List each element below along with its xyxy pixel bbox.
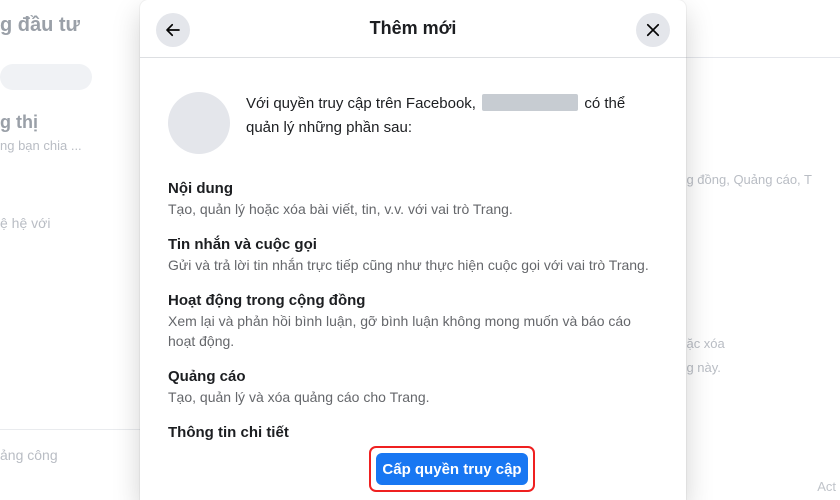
permission-description: Xem lại và phản hồi bình luận, gỡ bình l… <box>168 313 631 349</box>
permission-item-ads: Quảng cáo Tạo, quản lý và xóa quảng cáo … <box>168 368 658 407</box>
intro-text-before: Với quyền truy cập trên Facebook, <box>246 95 476 112</box>
background-section-heading: g thị <box>0 112 38 132</box>
dialog-title: Thêm mới <box>369 18 457 38</box>
close-icon <box>646 23 660 37</box>
add-new-dialog: Thêm mới Với quyền truy cập trên Faceboo… <box>140 0 686 500</box>
permission-item-messages: Tin nhắn và cuộc gọi Gửi và trả lời tin … <box>168 236 658 275</box>
dialog-header: Thêm mới <box>140 0 686 58</box>
background-section-subtext: ng bạn chia ... <box>0 138 82 153</box>
permission-title: Hoạt động trong cộng đồng <box>168 292 366 309</box>
arrow-left-icon <box>166 23 180 37</box>
background-link-text: ệ hệ với <box>0 215 51 231</box>
intro-row: Với quyền truy cập trên Facebook, có thể… <box>168 90 658 154</box>
activate-watermark-text: Act <box>817 479 836 494</box>
dialog-body: Với quyền truy cập trên Facebook, có thể… <box>140 58 686 500</box>
redacted-name-field <box>482 94 579 111</box>
permission-description: Tạo, quản lý và xóa quảng cáo cho Trang. <box>168 389 430 405</box>
permission-item-community-activity: Hoạt động trong cộng đồng Xem lại và phả… <box>168 292 658 351</box>
avatar <box>168 92 230 154</box>
permission-item-content: Nội dung Tạo, quản lý hoặc xóa bài viết,… <box>168 180 658 219</box>
intro-text: Với quyền truy cập trên Facebook, có thể… <box>246 90 658 140</box>
back-button[interactable] <box>156 13 190 47</box>
background-right-text-1: ộng đồng, Quảng cáo, T <box>672 172 812 187</box>
background-page-title: g đầu tư <box>0 14 81 36</box>
cta-highlight-box: Cấp quyền truy cập <box>369 446 535 492</box>
permission-title: Nội dung <box>168 180 233 197</box>
permission-item-insights: Thông tin chi tiết <box>168 424 658 441</box>
background-pill-placeholder <box>0 64 92 90</box>
screen: g đầu tư g thị ng bạn chia ... ệ hệ với … <box>0 0 840 500</box>
grant-access-button[interactable]: Cấp quyền truy cập <box>376 453 528 485</box>
close-button[interactable] <box>636 13 670 47</box>
permission-list: Nội dung Tạo, quản lý hoặc xóa bài viết,… <box>168 180 658 441</box>
permission-title: Thông tin chi tiết <box>168 424 289 441</box>
permission-title: Tin nhắn và cuộc gọi <box>168 236 317 253</box>
permission-description: Gửi và trả lời tin nhắn trực tiếp cũng n… <box>168 257 649 273</box>
background-footer-text: ảng công <box>0 447 58 463</box>
permission-title: Quảng cáo <box>168 368 246 385</box>
background-divider <box>0 429 140 430</box>
permission-description: Tạo, quản lý hoặc xóa bài viết, tin, v.v… <box>168 201 513 217</box>
background-left-column: g đầu tư g thị ng bạn chia ... ệ hệ với … <box>0 0 140 500</box>
